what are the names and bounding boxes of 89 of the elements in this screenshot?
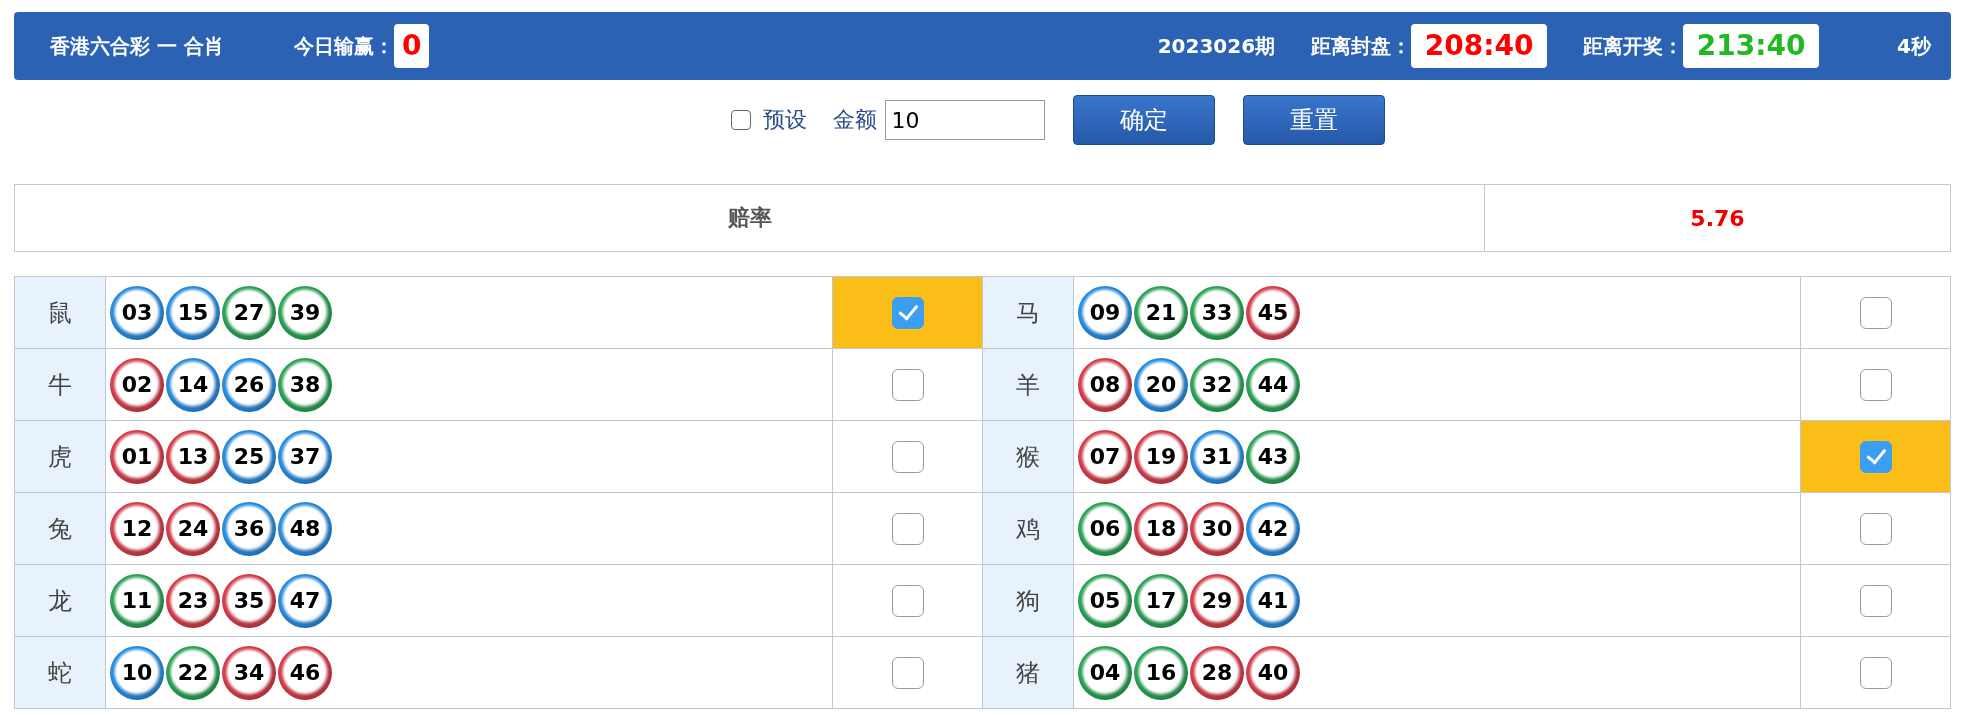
lottery-ball: 12 (110, 501, 164, 556)
today-label: 今日输赢： (293, 32, 394, 60)
zodiac-checkbox[interactable] (891, 368, 924, 401)
lottery-ball: 41 (1246, 573, 1300, 628)
lottery-ball: 20 (1134, 357, 1188, 412)
confirm-button[interactable]: 确定 (1072, 95, 1215, 145)
timer-label: 距离开奖： (1583, 32, 1684, 60)
zodiac-checkbox[interactable] (891, 440, 924, 473)
zodiac-name: 猪 (983, 637, 1074, 709)
lottery-ball: 11 (110, 573, 164, 628)
lottery-ball: 42 (1246, 501, 1300, 556)
lottery-ball: 28 (1190, 645, 1244, 700)
lottery-ball: 47 (278, 573, 332, 628)
lottery-ball: 24 (166, 501, 220, 556)
lottery-ball: 33 (1190, 285, 1244, 340)
refresh-countdown: 4秒 (1897, 32, 1931, 60)
zodiac-name: 鼠 (15, 277, 106, 349)
lottery-ball: 31 (1190, 429, 1244, 484)
lottery-ball: 13 (166, 429, 220, 484)
zodiac-name: 狗 (983, 565, 1074, 637)
lottery-ball: 40 (1246, 645, 1300, 700)
zodiac-name: 马 (983, 277, 1074, 349)
zodiac-checkbox[interactable] (1859, 656, 1892, 689)
zodiac-checkbox[interactable] (1859, 512, 1892, 545)
timer-value: 208:40 (1411, 24, 1548, 68)
lottery-ball: 02 (110, 357, 164, 412)
today-value: 0 (393, 24, 430, 68)
lottery-ball: 04 (1078, 645, 1132, 700)
timer-value: 213:40 (1683, 24, 1820, 68)
zodiac-name: 猴 (983, 421, 1074, 493)
lottery-ball: 22 (166, 645, 220, 700)
zodiac-name: 羊 (983, 349, 1074, 421)
lottery-ball: 08 (1078, 357, 1132, 412)
lottery-ball: 23 (166, 573, 220, 628)
lottery-ball: 30 (1190, 501, 1244, 556)
lottery-ball: 38 (278, 357, 332, 412)
timer-label: 距离封盘： (1311, 32, 1412, 60)
reset-button[interactable]: 重置 (1242, 95, 1385, 145)
lottery-ball: 14 (166, 357, 220, 412)
lottery-ball: 15 (166, 285, 220, 340)
zodiac-checkbox[interactable] (1859, 440, 1892, 473)
zodiac-checkbox[interactable] (1859, 368, 1892, 401)
lottery-ball: 32 (1190, 357, 1244, 412)
odds-label: 赔率 (726, 204, 773, 232)
lottery-ball: 37 (278, 429, 332, 484)
lottery-ball: 45 (1246, 285, 1300, 340)
zodiac-checkbox[interactable] (1859, 584, 1892, 617)
lottery-ball: 21 (1134, 285, 1188, 340)
lottery-ball: 09 (1078, 285, 1132, 340)
zodiac-name: 兔 (15, 493, 106, 565)
lottery-ball: 43 (1246, 429, 1300, 484)
lottery-ball: 05 (1078, 573, 1132, 628)
lottery-ball: 34 (222, 645, 276, 700)
lottery-ball: 48 (278, 501, 332, 556)
lottery-ball: 44 (1246, 357, 1300, 412)
zodiac-checkbox[interactable] (891, 584, 924, 617)
odds-value: 5.76 (1484, 185, 1950, 251)
zodiac-checkbox[interactable] (891, 512, 924, 545)
lottery-ball: 36 (222, 501, 276, 556)
lottery-ball: 25 (222, 429, 276, 484)
lottery-ball: 35 (222, 573, 276, 628)
lottery-ball: 17 (1134, 573, 1188, 628)
amount-label: 金额 (832, 106, 877, 134)
zodiac-checkbox[interactable] (891, 656, 924, 689)
zodiac-checkbox[interactable] (1859, 296, 1892, 329)
zodiac-name: 牛 (15, 349, 106, 421)
lottery-ball: 26 (222, 357, 276, 412)
lottery-ball: 46 (278, 645, 332, 700)
zodiac-name: 蛇 (15, 637, 106, 709)
period-label: 2023026期 (1157, 32, 1276, 60)
lottery-ball: 07 (1078, 429, 1132, 484)
zodiac-name: 虎 (15, 421, 106, 493)
lottery-ball: 19 (1134, 429, 1188, 484)
zodiac-name: 鸡 (983, 493, 1074, 565)
lottery-ball: 10 (110, 645, 164, 700)
amount-field[interactable]: 10 (884, 100, 1045, 140)
preset-label[interactable]: 预设 (762, 105, 807, 135)
lottery-ball: 06 (1078, 501, 1132, 556)
lottery-ball: 16 (1134, 645, 1188, 700)
lottery-ball: 29 (1190, 573, 1244, 628)
zodiac-checkbox[interactable] (891, 296, 924, 329)
lottery-ball: 03 (110, 285, 164, 340)
preset-checkbox[interactable] (730, 110, 751, 130)
lottery-ball: 18 (1134, 501, 1188, 556)
lottery-ball: 39 (278, 285, 332, 340)
game-title: 香港六合彩 一 合肖 (50, 32, 224, 60)
lottery-ball: 01 (110, 429, 164, 484)
lottery-ball: 27 (222, 285, 276, 340)
zodiac-name: 龙 (15, 565, 106, 637)
